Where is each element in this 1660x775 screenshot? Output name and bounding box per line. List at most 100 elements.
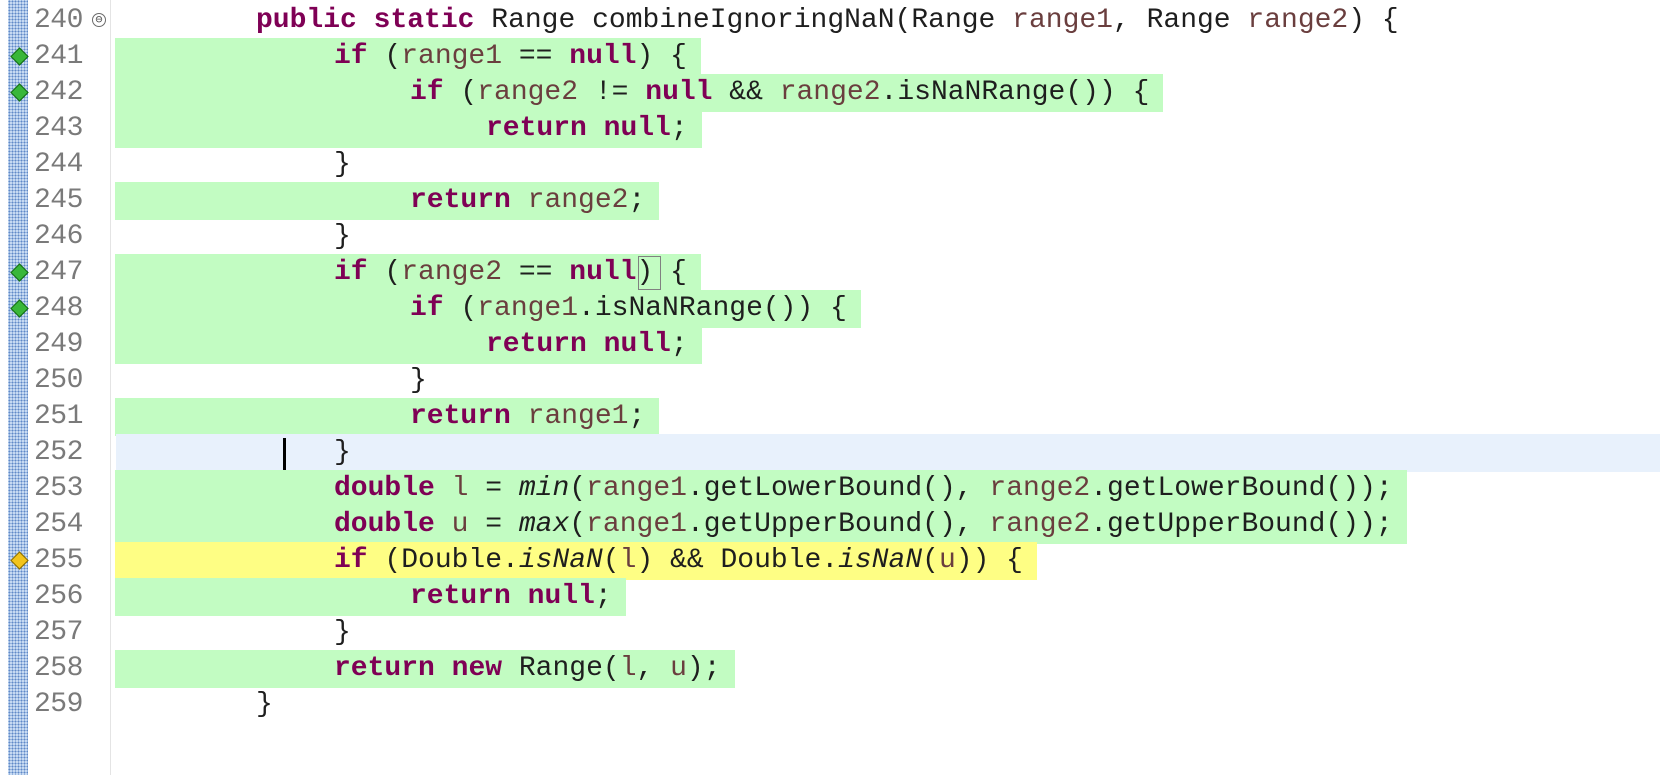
- keyword-token: if: [334, 41, 368, 72]
- code-line[interactable]: 243 return null;: [0, 110, 1660, 148]
- code-text: }: [334, 146, 351, 184]
- code-line[interactable]: 245 return range2;: [0, 182, 1660, 220]
- code-token: .getUpperBound());: [1090, 509, 1393, 540]
- branch-covered-diamond-icon[interactable]: [10, 83, 29, 102]
- code-token: .getLowerBound(),: [686, 473, 990, 504]
- line-number: 245: [34, 185, 83, 216]
- line-number: 252: [34, 437, 83, 468]
- line-number: 243: [34, 113, 83, 144]
- fold-collapse-icon[interactable]: ⊖: [92, 13, 106, 27]
- parameter-token: u: [938, 545, 956, 576]
- code-line[interactable]: 242 if (range2 != null && range2.isNaNRan…: [0, 74, 1660, 112]
- code-token: ;: [670, 329, 688, 360]
- code-line[interactable]: 255 if (Double.isNaN(l) && Double.isNaN(u…: [0, 542, 1660, 580]
- line-number: 253: [34, 473, 83, 504]
- parameter-token: range2: [477, 77, 579, 108]
- code-token: ;: [670, 113, 688, 144]
- code-line[interactable]: 253 double l = min(range1.getLowerBound()…: [0, 470, 1660, 508]
- line-number: 258: [34, 653, 83, 684]
- keyword-token: null: [603, 329, 671, 360]
- parameter-token: l: [619, 653, 637, 684]
- keyword-token: null: [569, 257, 637, 288]
- parameter-token: u: [451, 509, 469, 540]
- code-line[interactable]: 251 return range1;: [0, 398, 1660, 436]
- code-token: }: [410, 365, 427, 396]
- keyword-token: double: [334, 473, 435, 504]
- keyword-token: double: [334, 509, 435, 540]
- keyword-token: return: [486, 329, 587, 360]
- code-token: }: [256, 689, 273, 720]
- line-number: 244: [34, 149, 83, 180]
- static-method-token: max: [518, 509, 570, 540]
- code-line[interactable]: 257}: [0, 614, 1660, 652]
- branch-covered-diamond-icon[interactable]: [10, 47, 29, 66]
- parameter-token: u: [670, 653, 687, 684]
- parameter-token: l: [619, 545, 637, 576]
- line-number: 250: [34, 365, 83, 396]
- code-token: ;: [628, 401, 646, 432]
- code-line[interactable]: 259}: [0, 686, 1660, 724]
- code-token: (: [367, 41, 402, 72]
- code-line[interactable]: 249 return null;: [0, 326, 1660, 364]
- code-text: }: [334, 434, 351, 472]
- code-editor[interactable]: 240 ⊖ public static Range combineIgnoringN…: [0, 0, 1660, 775]
- keyword-token: return: [410, 185, 511, 216]
- code-token: (: [443, 293, 478, 324]
- code-token: =: [468, 509, 519, 540]
- keyword-token: new: [451, 653, 503, 684]
- code-line[interactable]: 240 ⊖ public static Range combineIgnoringN…: [0, 2, 1660, 40]
- code-token: &&: [712, 77, 780, 108]
- parameter-token: range1: [477, 293, 579, 324]
- parameter-token: range2: [989, 509, 1091, 540]
- code-token: )) {: [955, 545, 1023, 576]
- code-token: .getLowerBound());: [1090, 473, 1393, 504]
- code-line[interactable]: 256 return null;: [0, 578, 1660, 616]
- code-line[interactable]: 247 if (range2 == null) {: [0, 254, 1660, 292]
- branch-covered-diamond-icon[interactable]: [10, 299, 29, 318]
- static-method-token: min: [518, 473, 570, 504]
- code-line[interactable]: 252}: [0, 434, 1660, 472]
- keyword-token: if: [334, 257, 368, 288]
- code-line[interactable]: 246}: [0, 218, 1660, 256]
- code-token: }: [334, 437, 351, 468]
- parameter-token: range2: [1247, 5, 1349, 36]
- matching-bracket-box: [638, 256, 661, 290]
- coverage-covered-code: double l = min(range1.getLowerBound(), r…: [115, 470, 1407, 508]
- line-number: 257: [34, 617, 83, 648]
- code-token: ==: [502, 257, 570, 288]
- coverage-covered-code: if (range2 != null && range2.isNaNRange(…: [115, 74, 1164, 112]
- code-token: (: [602, 545, 620, 576]
- branch-covered-diamond-icon[interactable]: [10, 263, 29, 282]
- code-token: !=: [578, 77, 646, 108]
- code-token: Range combineIgnoringNaN(Range: [474, 5, 1013, 36]
- code-token: Range(: [502, 653, 620, 684]
- code-line[interactable]: 241 if (range1 == null) {: [0, 38, 1660, 76]
- line-number: 251: [34, 401, 83, 432]
- code-line[interactable]: 250}: [0, 362, 1660, 400]
- line-number: 248: [34, 293, 83, 324]
- static-method-token: isNaN: [518, 545, 603, 576]
- static-method-token: isNaN: [838, 545, 923, 576]
- branch-partial-diamond-icon[interactable]: [10, 551, 29, 570]
- coverage-covered-code: double u = max(range1.getUpperBound(), r…: [115, 506, 1407, 544]
- coverage-covered-code: if (range1.isNaNRange()) {: [115, 290, 861, 328]
- parameter-token: range2: [527, 185, 629, 216]
- code-line[interactable]: 254 double u = max(range1.getUpperBound()…: [0, 506, 1660, 544]
- line-number: 246: [34, 221, 83, 252]
- parameter-token: range1: [586, 473, 687, 504]
- code-line[interactable]: 244}: [0, 146, 1660, 184]
- coverage-covered-code: if (range1 == null) {: [115, 38, 701, 76]
- code-line[interactable]: 248 if (range1.isNaNRange()) {: [0, 290, 1660, 328]
- keyword-token: public: [256, 5, 357, 36]
- parameter-token: range2: [401, 257, 503, 288]
- code-token: ,: [636, 653, 671, 684]
- code-token: , Range: [1112, 5, 1248, 36]
- code-line[interactable]: 258 return new Range(l, u);: [0, 650, 1660, 688]
- keyword-token: if: [334, 545, 368, 576]
- code-text: public static Range combineIgnoringNaN(R…: [256, 2, 1399, 40]
- line-number: 249: [34, 329, 83, 360]
- keyword-token: if: [410, 77, 444, 108]
